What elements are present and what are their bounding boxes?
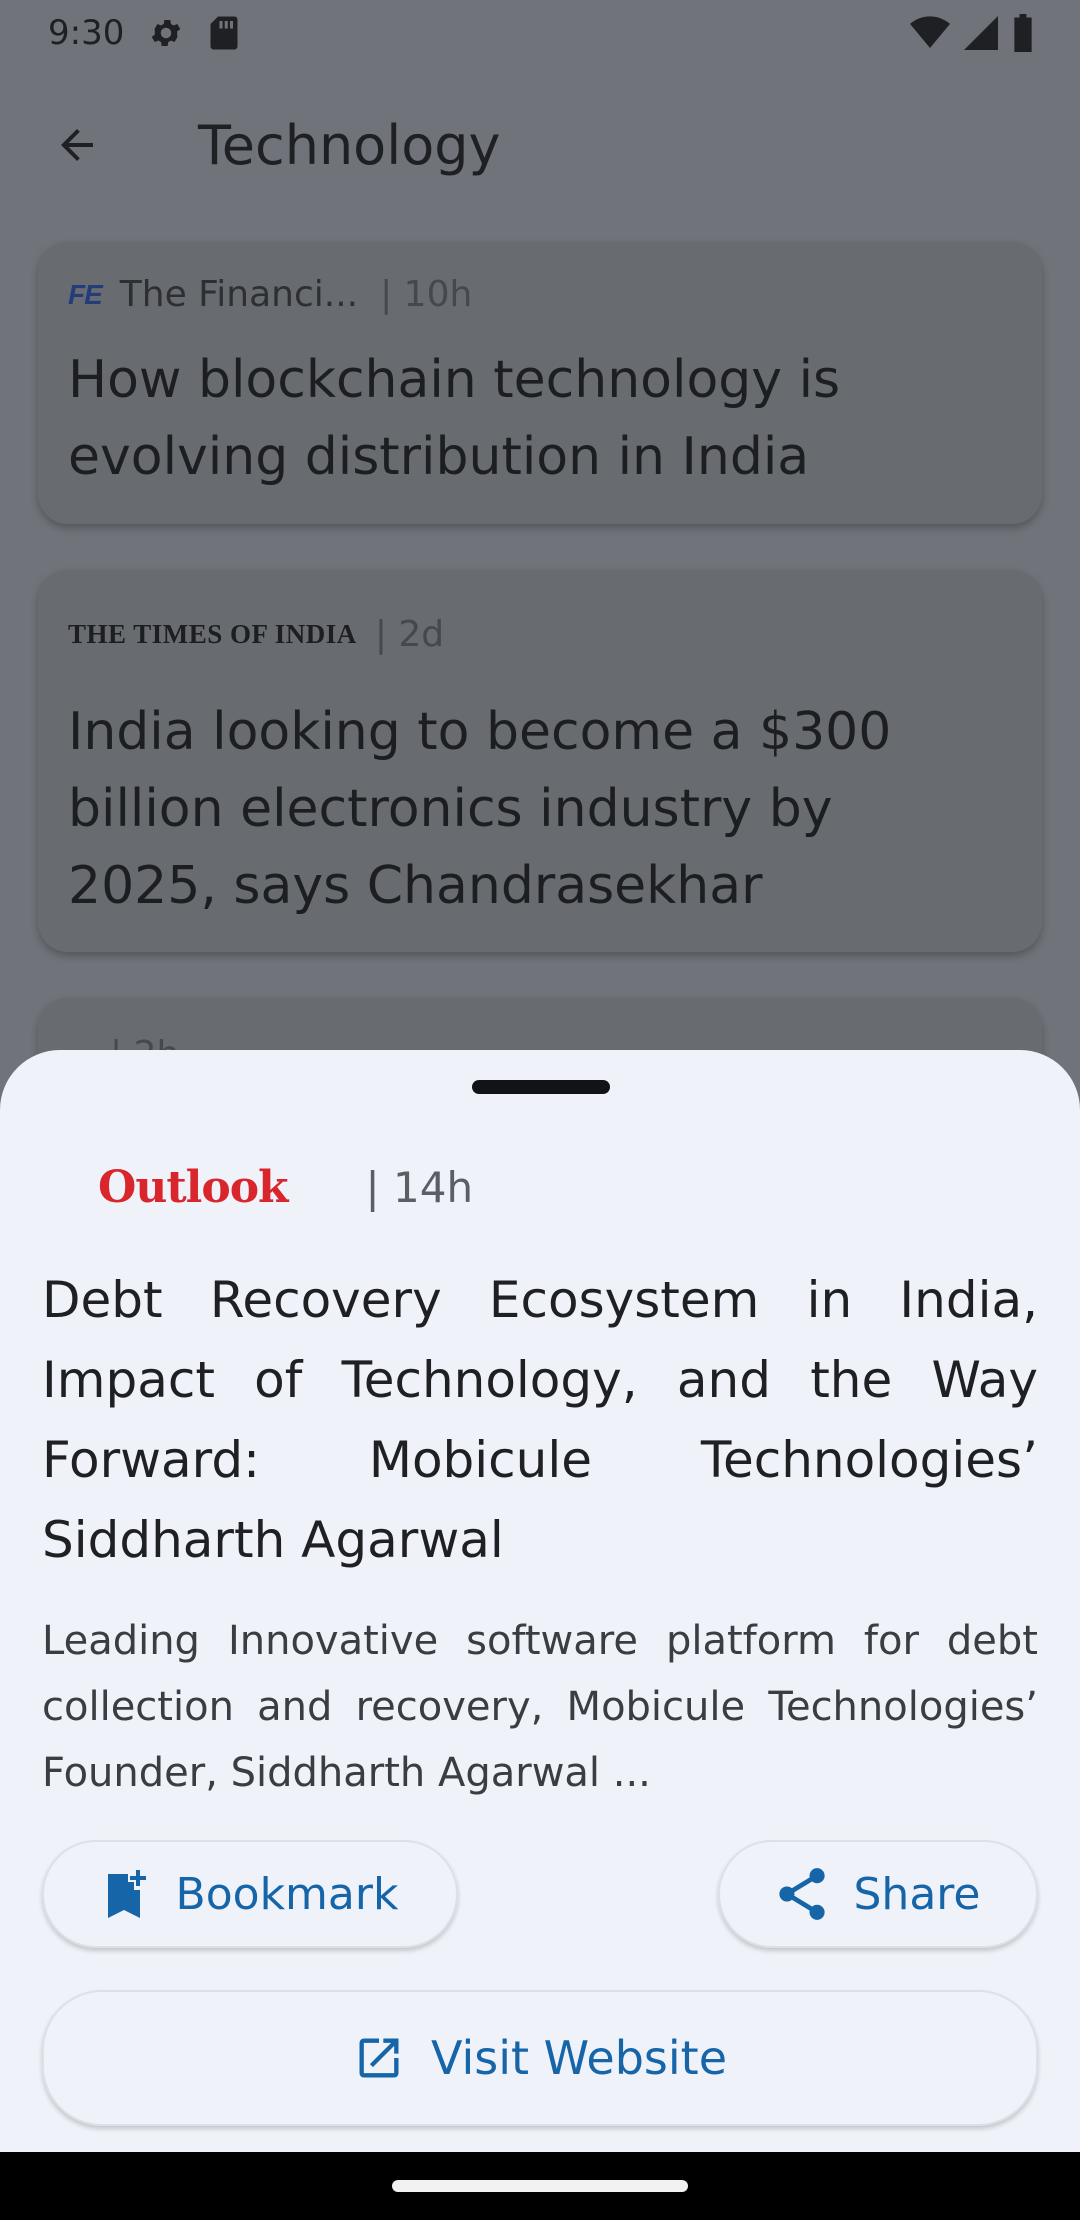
home-gesture-pill[interactable] (392, 2180, 688, 2192)
battery-icon (1012, 14, 1034, 61)
article-time: | 14h (365, 1163, 474, 1212)
card-headline: India looking to become a $300 billion e… (68, 694, 1028, 925)
bookmark-label: Bookmark (175, 1868, 399, 1920)
cell-signal-icon (964, 15, 998, 60)
headline-line: evolving distribution in India (68, 427, 810, 487)
settings-gear-icon (146, 13, 186, 53)
share-button[interactable]: Share (718, 1840, 1038, 1948)
source-logo: Outlook (98, 1162, 289, 1213)
page-title: Technology (198, 113, 501, 177)
source-logo: FE (68, 278, 103, 310)
headline-line: 2025, says Chandrasekhar (68, 856, 763, 916)
share-label: Share (853, 1868, 981, 1920)
article-title: Debt Recovery Ecosystem in India, Impact… (42, 1271, 1038, 1569)
card-time: | 10h (380, 274, 473, 315)
headline-line: India looking to become a $300 (68, 702, 892, 762)
article-card[interactable]: THE TIMES OF INDIA | 2d India looking to… (38, 570, 1042, 952)
headline-line: billion electronics industry by (68, 779, 833, 839)
card-meta: FE The Financi... | 10h (68, 274, 472, 315)
share-icon (776, 1866, 828, 1922)
bookmark-button[interactable]: Bookmark (42, 1840, 458, 1948)
open-in-new-icon (353, 2032, 405, 2084)
app-bar: Technology (0, 100, 1080, 190)
drag-handle[interactable] (472, 1080, 610, 1094)
status-icons (910, 14, 1034, 61)
visit-website-label: Visit Website (430, 2031, 727, 2085)
visit-website-button[interactable]: Visit Website (42, 1990, 1038, 2126)
card-meta: THE TIMES OF INDIA | 2d (68, 614, 444, 655)
card-headline: How blockchain technology is evolving di… (68, 342, 1018, 496)
sheet-meta: Outlook | 14h (98, 1162, 473, 1213)
source-name: The Financi... (119, 274, 359, 315)
status-bar: 9:30 (0, 0, 1080, 66)
article-description: Leading Innovative software platform for… (42, 1618, 1038, 1796)
bookmark-add-icon (102, 1868, 150, 1920)
wifi-icon (910, 15, 950, 60)
source-logo: THE TIMES OF INDIA (68, 619, 357, 649)
back-arrow-icon[interactable] (32, 100, 122, 190)
status-time: 9:30 (48, 13, 125, 53)
headline-line: How blockchain technology is (68, 350, 841, 410)
system-nav-bar (0, 2152, 1080, 2220)
sd-card-icon (204, 13, 244, 53)
card-time: | 2d (374, 614, 445, 655)
article-bottom-sheet: Outlook | 14h Debt Recovery Ecosystem in… (0, 1050, 1080, 2152)
article-card[interactable]: FE The Financi... | 10h How blockchain t… (38, 242, 1042, 524)
